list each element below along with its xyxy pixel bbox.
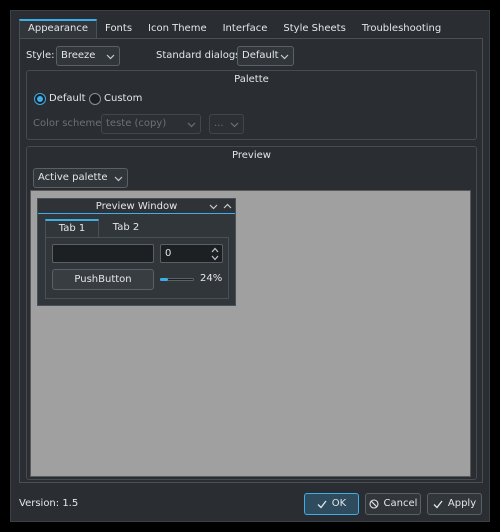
cancel-label: Cancel bbox=[383, 498, 418, 509]
preview-tab-content: 0 PushButton 24% bbox=[45, 237, 229, 299]
style-combo[interactable]: Breeze bbox=[56, 46, 120, 66]
preview-window: Preview Window Tab 1 Tab 2 0 PushButton … bbox=[37, 198, 236, 306]
preview-tab-2[interactable]: Tab 2 bbox=[100, 219, 152, 237]
standard-dialogs-combo[interactable]: Default bbox=[237, 46, 294, 66]
tab-style-sheets[interactable]: Style Sheets bbox=[275, 19, 353, 38]
tab-icon-theme[interactable]: Icon Theme bbox=[140, 19, 215, 38]
tab-troubleshooting[interactable]: Troubleshooting bbox=[354, 19, 449, 38]
ok-button[interactable]: OK bbox=[304, 493, 359, 515]
standard-dialogs-label: Standard dialogs: bbox=[156, 50, 244, 61]
palette-select-combo[interactable]: Active palette bbox=[33, 168, 128, 188]
tab-appearance[interactable]: Appearance bbox=[19, 19, 98, 38]
version-label: Version: 1.5 bbox=[19, 498, 79, 509]
chevron-down-icon bbox=[187, 120, 196, 129]
tab-interface[interactable]: Interface bbox=[215, 19, 276, 38]
progress-label: 24% bbox=[200, 273, 223, 284]
palette-select-value: Active palette bbox=[38, 172, 108, 183]
cancel-icon bbox=[368, 499, 379, 509]
color-scheme-menu-button[interactable]: ... bbox=[209, 114, 244, 134]
slider-fill bbox=[160, 278, 168, 281]
style-value: Breeze bbox=[61, 50, 96, 61]
preview-tab-1[interactable]: Tab 1 bbox=[45, 219, 99, 237]
preview-spinbox[interactable]: 0 bbox=[160, 244, 223, 263]
default-radio[interactable] bbox=[34, 93, 46, 105]
color-scheme-menu-label: ... bbox=[214, 118, 224, 129]
color-scheme-value: teste (copy) bbox=[106, 118, 167, 129]
chevron-down-icon bbox=[230, 120, 239, 129]
cancel-button[interactable]: Cancel bbox=[365, 493, 421, 515]
chevron-down-icon bbox=[114, 174, 123, 183]
standard-dialogs-value: Default bbox=[242, 50, 279, 61]
palette-title: Palette bbox=[234, 74, 269, 85]
preview-window-title: Preview Window bbox=[38, 199, 235, 214]
color-scheme-label: Color scheme: bbox=[33, 118, 105, 129]
check-icon bbox=[317, 499, 327, 509]
preview-canvas: Preview Window Tab 1 Tab 2 0 PushButton … bbox=[30, 190, 471, 477]
apply-button[interactable]: Apply bbox=[427, 493, 482, 515]
preview-title: Preview bbox=[232, 150, 271, 161]
spin-up-icon[interactable] bbox=[211, 247, 219, 253]
tab-bar: Appearance Fonts Icon Theme Interface St… bbox=[19, 19, 449, 38]
style-label: Style: bbox=[26, 50, 55, 61]
chevron-down-icon bbox=[106, 52, 115, 61]
preview-slider[interactable] bbox=[160, 278, 194, 281]
maximize-icon[interactable] bbox=[223, 202, 232, 211]
spinbox-value: 0 bbox=[165, 248, 172, 259]
apply-label: Apply bbox=[447, 498, 477, 509]
tab-fonts[interactable]: Fonts bbox=[97, 19, 140, 38]
minimize-icon[interactable] bbox=[209, 202, 218, 211]
custom-radio-label: Custom bbox=[104, 93, 143, 104]
palette-group: Palette Default Custom Color scheme: tes… bbox=[26, 70, 477, 140]
color-scheme-combo[interactable]: teste (copy) bbox=[101, 114, 201, 134]
spin-down-icon[interactable] bbox=[211, 255, 219, 261]
chevron-down-icon bbox=[280, 52, 289, 61]
settings-window: Appearance Fonts Icon Theme Interface St… bbox=[10, 10, 490, 522]
ok-label: OK bbox=[331, 498, 347, 509]
default-radio-label: Default bbox=[49, 93, 86, 104]
check-icon bbox=[433, 499, 443, 509]
preview-line-edit[interactable] bbox=[52, 244, 154, 263]
preview-push-button[interactable]: PushButton bbox=[52, 269, 154, 290]
custom-radio[interactable] bbox=[89, 93, 101, 105]
